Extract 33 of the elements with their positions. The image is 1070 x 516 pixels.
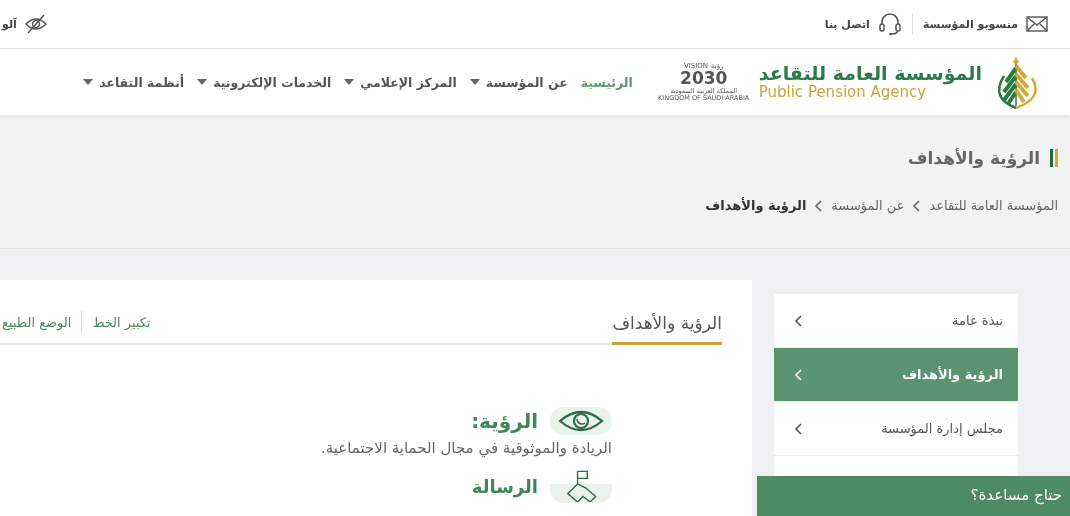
chevron-icon [814, 199, 824, 212]
text-tool-link[interactable]: الوضع الطبيع [2, 314, 72, 330]
sidebar-item[interactable]: مجلس إدارة المؤسسة [774, 402, 1018, 456]
title-bar-icon [1050, 149, 1058, 167]
breadcrumb-item[interactable]: عن المؤسسة [831, 198, 905, 213]
headset-icon [877, 12, 902, 36]
content-tab[interactable]: الرؤية والأهداف [612, 313, 722, 345]
chevron-icon [794, 314, 803, 327]
nav-item[interactable]: أنظمة التقاعد [83, 74, 185, 90]
nav-item[interactable]: المركز الإعلامي [344, 74, 457, 90]
agency-name: Public Pension Agency [758, 84, 927, 101]
nav-item[interactable]: الخدمات الإلكترونية [197, 74, 332, 90]
page-title: الرؤية والأهداف [0, 115, 1058, 168]
chevron-icon [794, 422, 803, 435]
top-link[interactable]: منسوبو المؤسسة [922, 16, 1048, 32]
mail-icon [1026, 16, 1048, 32]
help-button[interactable]: حتاج مساعدة؟ [757, 476, 1070, 516]
breadcrumb-item: الرؤية والأهداف [705, 198, 807, 213]
sidebar-item[interactable]: الرؤية والأهداف [774, 348, 1018, 402]
breadcrumb-item[interactable]: المؤسسة العامة للتقاعد [929, 198, 1058, 213]
chevron-icon [794, 368, 803, 381]
hidden-eye-icon [24, 14, 47, 34]
text-tool-link[interactable]: تكبير الخط [92, 314, 151, 330]
display-mode-link[interactable]: آلو [2, 14, 47, 34]
section-title: الرسالة [471, 477, 538, 497]
section-text: الريادة والموثوقية في مجال الحماية الاجتماعية. [320, 439, 612, 457]
flag-icon [565, 470, 597, 502]
agency-name: المؤسسة العامة للتقاعد [758, 63, 982, 85]
nav-item[interactable]: عن المؤسسة [469, 74, 568, 90]
vision-year: 2030 [680, 69, 728, 88]
chevron-icon [912, 199, 922, 212]
top-link[interactable]: اتصل بنا [824, 12, 902, 36]
section-title: الرؤية: [471, 409, 538, 433]
